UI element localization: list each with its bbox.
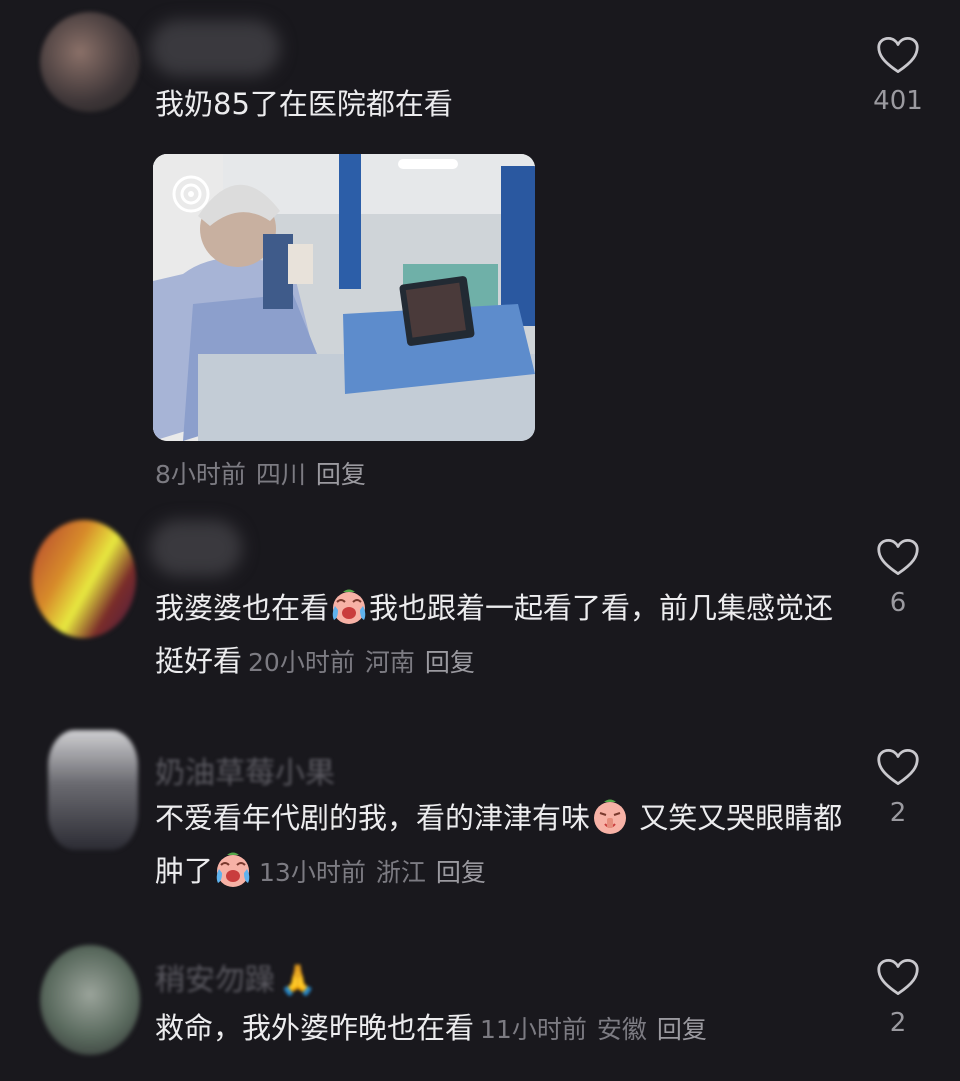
comment-location: 浙江: [375, 858, 426, 887]
comment-meta: 11小时前 安徽 回复: [480, 1015, 717, 1044]
like-button[interactable]: 401: [866, 36, 930, 116]
comment-location: 安徽: [596, 1015, 647, 1044]
comment-time: 8小时前: [155, 460, 246, 489]
avatar[interactable]: [32, 520, 136, 638]
comment-meta: 13小时前 浙江 回复: [259, 858, 496, 887]
crying-laughing-emoji: [329, 586, 369, 626]
username[interactable]: 稍安勿躁 🙏: [155, 955, 316, 999]
comment-location: 四川: [255, 460, 306, 489]
heart-outline-icon: [877, 958, 919, 996]
comment-meta: 8小时前 四川 回复: [155, 455, 376, 491]
reply-button[interactable]: 回复: [436, 858, 486, 887]
comment-meta: 20小时前 河南 回复: [248, 648, 485, 677]
reply-button[interactable]: 回复: [657, 1015, 707, 1044]
comment-time: 13小时前: [259, 858, 366, 887]
comment-time: 11小时前: [480, 1015, 587, 1044]
like-count: 401: [873, 86, 923, 116]
like-button[interactable]: 6: [866, 538, 930, 618]
praying-hands-emoji: 🙏: [279, 963, 317, 998]
reply-button[interactable]: 回复: [425, 648, 475, 677]
bowing-emoji: [590, 796, 630, 836]
heart-outline-icon: [877, 538, 919, 576]
like-button[interactable]: 2: [866, 748, 930, 828]
reply-button[interactable]: 回复: [316, 460, 366, 489]
like-count: 2: [889, 798, 907, 828]
comment-text: 我婆婆也在看 我也跟着一起看了看，前几集感觉还挺好看 20小时前 河南 回复: [155, 582, 845, 689]
like-count: 6: [889, 588, 907, 618]
comment-location: 河南: [364, 648, 415, 677]
heart-outline-icon: [877, 36, 919, 74]
comment-time: 20小时前: [248, 648, 355, 677]
username-redacted[interactable]: [150, 520, 242, 576]
comment-text: 不爱看年代剧的我，看的津津有味 又笑又哭眼睛都肿了 13小时前 浙江 回复: [155, 792, 845, 899]
username-redacted[interactable]: [150, 20, 280, 76]
comment-photo[interactable]: [153, 154, 535, 441]
username[interactable]: 奶油草莓小果: [155, 748, 335, 792]
comment-text: 救命，我外婆昨晚也在看 11小时前 安徽 回复: [155, 1002, 845, 1056]
avatar[interactable]: [48, 730, 138, 850]
avatar[interactable]: [40, 12, 140, 112]
crying-laughing-emoji: [213, 849, 253, 889]
like-button[interactable]: 2: [866, 958, 930, 1038]
heart-outline-icon: [877, 748, 919, 786]
avatar[interactable]: [40, 945, 140, 1055]
comment-text: 我奶85了在医院都在看: [155, 87, 453, 121]
like-count: 2: [889, 1008, 907, 1038]
